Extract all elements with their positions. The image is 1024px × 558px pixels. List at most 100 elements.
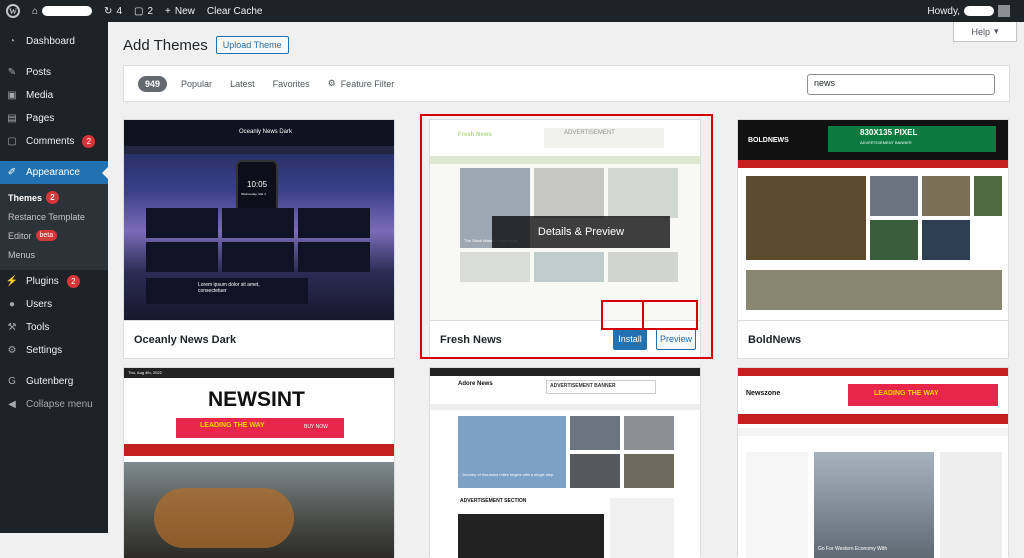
themes-count-badge: 2 bbox=[46, 191, 60, 204]
tab-latest[interactable]: Latest bbox=[230, 79, 255, 89]
screenshot-post bbox=[870, 220, 918, 260]
screenshot-time: 10:05 bbox=[247, 180, 268, 189]
screenshot-motorcycle bbox=[154, 488, 294, 548]
sidebar-item-plugins[interactable]: ⚡ Plugins 2 bbox=[0, 270, 108, 293]
theme-card[interactable]: Adore News ADVERTISEMENT BANNER Journey … bbox=[429, 367, 701, 558]
submenu-label: Themes bbox=[8, 192, 43, 203]
wrench-icon: ⚒ bbox=[7, 322, 17, 333]
sidebar-item-label: Tools bbox=[26, 322, 50, 333]
screenshot-ad-label: 830X135 PIXEL bbox=[860, 128, 918, 137]
user-icon: ● bbox=[8, 299, 16, 310]
account-menu[interactable]: Howdy, bbox=[927, 5, 1024, 17]
sidebar-item-comments[interactable]: ▢ Comments 2 bbox=[0, 130, 108, 153]
sidebar-item-label: Gutenberg bbox=[26, 376, 74, 387]
screenshot-date: Wednesday, Mar 4 bbox=[241, 192, 266, 196]
sidebar-item-dashboard[interactable]: ◔ Dashboard bbox=[0, 30, 108, 53]
screenshot-teaser: Lorem ipsum dolor sit amet, consectetuer bbox=[198, 282, 260, 294]
home-icon: ⌂ bbox=[32, 5, 39, 17]
screenshot-logo: NEWSINT bbox=[208, 388, 305, 411]
screenshot-topbar bbox=[430, 368, 700, 376]
updates-count: 4 bbox=[116, 5, 122, 17]
submenu-menus[interactable]: Menus bbox=[0, 245, 108, 264]
gear-icon: ⚙ bbox=[327, 78, 336, 88]
screenshot-column bbox=[746, 452, 808, 558]
screenshot-post bbox=[222, 208, 294, 238]
sidebar-item-tools[interactable]: ⚒ Tools bbox=[0, 316, 108, 339]
feature-filter-button[interactable]: ⚙ Feature Filter bbox=[328, 78, 395, 89]
upload-theme-button[interactable]: Upload Theme bbox=[215, 36, 289, 54]
comments-count-badge: 2 bbox=[82, 135, 96, 148]
theme-card[interactable]: Newszone LEADING THE WAY Go For Western … bbox=[737, 367, 1009, 558]
screenshot-post bbox=[870, 176, 918, 216]
plugin-icon: ⚡ bbox=[5, 276, 19, 287]
sidebar-item-pages[interactable]: ▤ Pages bbox=[0, 107, 108, 130]
submenu-label: Menus bbox=[8, 249, 36, 260]
wp-logo-menu[interactable]: W bbox=[0, 0, 26, 22]
sidebar-item-appearance[interactable]: ✐ Appearance bbox=[0, 161, 108, 184]
screenshot-banner-text: LEADING THE WAY bbox=[200, 422, 265, 429]
screenshot-sidebar bbox=[610, 498, 674, 558]
caret-down-icon: ▾ bbox=[993, 26, 999, 36]
theme-card[interactable]: Thu, Aug 4th, 2022 NEWSINT LEADING THE W… bbox=[123, 367, 395, 558]
theme-card[interactable]: Oceanly News Dark 10:05 Wednesday, Mar 4… bbox=[123, 119, 395, 359]
sidebar-item-gutenberg[interactable]: G Gutenberg bbox=[0, 370, 108, 393]
screenshot-post bbox=[570, 454, 620, 488]
new-content-menu[interactable]: + New bbox=[159, 0, 201, 22]
sidebar-item-label: Users bbox=[26, 299, 53, 310]
settings-icon: ⚙ bbox=[7, 345, 17, 356]
collapse-icon: ◀ bbox=[8, 399, 16, 410]
tab-popular[interactable]: Popular bbox=[181, 79, 212, 89]
redacted-site-name bbox=[42, 6, 93, 16]
sidebar-item-posts[interactable]: ✎ Posts bbox=[0, 61, 108, 84]
submenu-themes[interactable]: Themes 2 bbox=[0, 188, 108, 207]
pin-icon: ✎ bbox=[7, 67, 17, 78]
submenu-editor[interactable]: Editor beta bbox=[0, 226, 108, 245]
theme-card[interactable]: Fresh News ADVERTISEMENT The Stock Marke… bbox=[429, 119, 701, 359]
install-button[interactable]: Install bbox=[613, 328, 647, 350]
tab-favorites[interactable]: Favorites bbox=[273, 79, 310, 89]
comments-menu[interactable]: ▢ 2 bbox=[128, 0, 159, 22]
theme-count: 949 bbox=[138, 75, 168, 92]
theme-search-input[interactable]: news bbox=[807, 74, 995, 95]
screenshot-feature bbox=[458, 514, 604, 558]
plus-icon: + bbox=[165, 5, 171, 17]
screenshot-post bbox=[922, 176, 970, 216]
screenshot-post bbox=[922, 220, 970, 260]
screenshot-post bbox=[624, 454, 674, 488]
admin-bar: W ⌂ ↻ 4 ▢ 2 + New Clear Cache Howdy, bbox=[0, 0, 1024, 22]
beta-badge: beta bbox=[35, 230, 58, 241]
site-name-menu[interactable]: ⌂ bbox=[26, 0, 98, 22]
sidebar-item-label: Collapse menu bbox=[26, 399, 93, 410]
help-tab-button[interactable]: Help ▾ bbox=[953, 22, 1017, 42]
preview-button[interactable]: Preview bbox=[656, 328, 696, 350]
screenshot-title: Oceanly News Dark bbox=[239, 129, 293, 135]
sidebar-item-media[interactable]: ▣ Media bbox=[0, 84, 108, 107]
screenshot-strip bbox=[746, 270, 1002, 310]
screenshot-section-title: ADVERTISEMENT SECTION bbox=[460, 498, 527, 504]
screenshot-post bbox=[974, 176, 1002, 216]
sidebar-item-users[interactable]: ● Users bbox=[0, 293, 108, 316]
brush-icon: ✐ bbox=[7, 167, 17, 178]
submenu-label: Restance Template bbox=[8, 211, 85, 222]
sidebar-item-label: Dashboard bbox=[26, 36, 75, 47]
screenshot-hero bbox=[458, 416, 566, 488]
screenshot-banner-text: LEADING THE WAY bbox=[874, 390, 939, 397]
collapse-menu-button[interactable]: ◀ Collapse menu bbox=[0, 393, 108, 416]
details-preview-button[interactable]: Details & Preview bbox=[492, 216, 670, 248]
submenu-template[interactable]: Restance Template bbox=[0, 207, 108, 226]
theme-filter-bar: 949 Popular Latest Favorites ⚙ Feature Fi… bbox=[123, 65, 1010, 102]
theme-card[interactable]: BOLDNEWS 830X135 PIXEL ADVERTISEMENT BAN… bbox=[737, 119, 1009, 359]
clear-cache-button[interactable]: Clear Cache bbox=[201, 0, 269, 22]
comments-count: 2 bbox=[147, 5, 154, 17]
screenshot-topbar bbox=[124, 368, 394, 378]
theme-name: Oceanly News Dark bbox=[124, 320, 394, 358]
screenshot-ad-label: ADVERTISEMENT BANNER bbox=[550, 383, 616, 389]
screenshot-post bbox=[624, 416, 674, 450]
howdy-label: Howdy, bbox=[927, 5, 960, 17]
clear-cache-label: Clear Cache bbox=[206, 5, 263, 17]
theme-screenshot: Newszone LEADING THE WAY Go For Western … bbox=[738, 368, 1008, 558]
updates-menu[interactable]: ↻ 4 bbox=[98, 0, 128, 22]
screenshot-date: Thu, Aug 4th, 2022 bbox=[128, 370, 162, 375]
sidebar-item-settings[interactable]: ⚙ Settings bbox=[0, 339, 108, 362]
avatar bbox=[998, 5, 1010, 17]
